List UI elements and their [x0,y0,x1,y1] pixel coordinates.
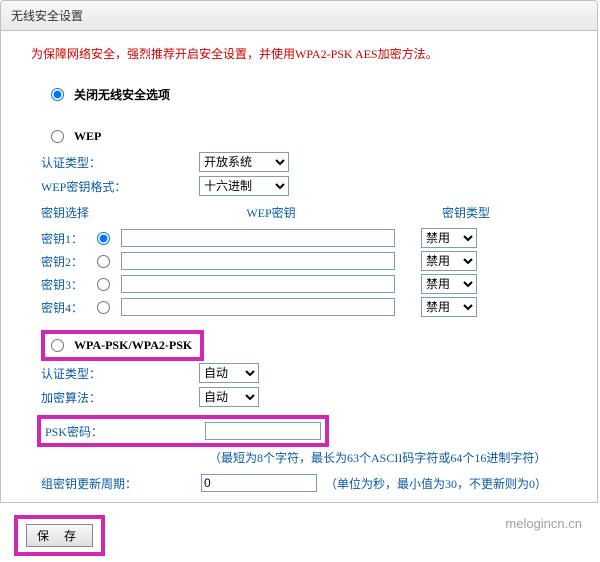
wep-key-col-header: WEP密钥 [121,204,421,221]
wep-key2-label: 密钥2： [41,253,83,270]
wep-auth-label: 认证类型： [41,154,131,171]
highlight-psk: PSK密码： [37,415,329,447]
page-title: 无线安全设置 [11,9,83,23]
wep-key3-radio[interactable] [97,278,110,291]
wpa-auth-label: 认证类型： [41,365,131,382]
wep-key2-type[interactable]: 禁用 [421,251,477,271]
wep-key-row-1: 密钥1： 禁用 [41,228,597,248]
group-key-unit: （单位为秒，最小值为30，不更新则为0） [325,475,547,492]
group-key-row: 组密钥更新周期： （单位为秒，最小值为30，不更新则为0） [1,468,597,502]
psk-password-input[interactable] [205,422,321,440]
bottom-toolbar: 保 存 [0,503,600,562]
wep-auth-select[interactable]: 开放系统 [199,152,289,172]
wep-key3-label: 密钥3： [41,276,83,293]
wep-format-select[interactable]: 十六进制 [199,176,289,196]
wep-key3-input[interactable] [121,275,395,293]
wep-key4-input[interactable] [121,298,395,316]
radio-disable-security[interactable] [51,88,64,101]
wep-key-row-2: 密钥2： 禁用 [41,251,597,271]
radio-row-disable: 关闭无线安全选项 [1,80,597,109]
radio-wep-label: WEP [74,129,101,144]
psk-row: PSK密码： [37,415,597,447]
wep-key3-type[interactable]: 禁用 [421,274,477,294]
watermark: melogincn.cn [505,516,582,531]
wep-key2-radio[interactable] [97,255,110,268]
settings-panel: 无线安全设置 为保障网络安全，强烈推荐开启安全设置，并使用WPA2-PSK AE… [0,0,598,503]
wep-key-select-header: 密钥选择 [41,204,121,221]
group-key-label: 组密钥更新周期： [41,475,201,492]
wep-key-row-3: 密钥3： 禁用 [41,274,597,294]
wep-key-table: 密钥选择 WEP密钥 密钥类型 密钥1： 禁用 密钥2： 禁用 密钥3： [41,200,597,317]
wep-type-col-header: 密钥类型 [421,204,511,221]
wep-key1-radio[interactable] [97,232,110,245]
psk-label: PSK密码： [45,423,205,440]
wpa-auth-row: 认证类型： 自动 [1,361,597,385]
radio-disable-label: 关闭无线安全选项 [74,86,170,103]
radio-wpa-label: WPA-PSK/WPA2-PSK [74,338,192,353]
wep-key1-label: 密钥1： [41,230,83,247]
highlight-wpa-radio: WPA-PSK/WPA2-PSK [41,330,204,361]
radio-row-wep: WEP [1,123,597,150]
radio-wpa-psk[interactable] [51,339,64,352]
highlight-save: 保 存 [14,515,105,556]
wep-key4-label: 密钥4： [41,299,83,316]
wep-key4-type[interactable]: 禁用 [421,297,477,317]
wep-key2-input[interactable] [121,252,395,270]
radio-wep[interactable] [51,130,64,143]
security-notice: 为保障网络安全，强烈推荐开启安全设置，并使用WPA2-PSK AES加密方法。 [1,31,597,80]
wpa-algo-label: 加密算法： [41,389,131,406]
wpa-auth-select[interactable]: 自动 [199,363,259,383]
wpa-algo-select[interactable]: 自动 [199,387,259,407]
wep-key1-type[interactable]: 禁用 [421,228,477,248]
wep-key1-input[interactable] [121,229,395,247]
group-key-input[interactable] [201,474,317,492]
wpa-algo-row: 加密算法： 自动 [1,385,597,409]
wep-auth-row: 认证类型： 开放系统 [1,150,597,174]
panel-header: 无线安全设置 [1,1,597,31]
wep-key-row-4: 密钥4： 禁用 [41,297,597,317]
wep-format-label: WEP密钥格式： [41,178,131,195]
wep-format-row: WEP密钥格式： 十六进制 [1,174,597,198]
wpa-section: WPA-PSK/WPA2-PSK 认证类型： 自动 加密算法： 自动 PSK密码… [1,320,597,502]
psk-hint: （最短为8个字符，最长为63个ASCII码字符或64个16进制字符） [209,447,597,468]
save-button[interactable]: 保 存 [26,524,93,547]
wep-key-header: 密钥选择 WEP密钥 密钥类型 [41,200,597,225]
wep-key4-radio[interactable] [97,301,110,314]
